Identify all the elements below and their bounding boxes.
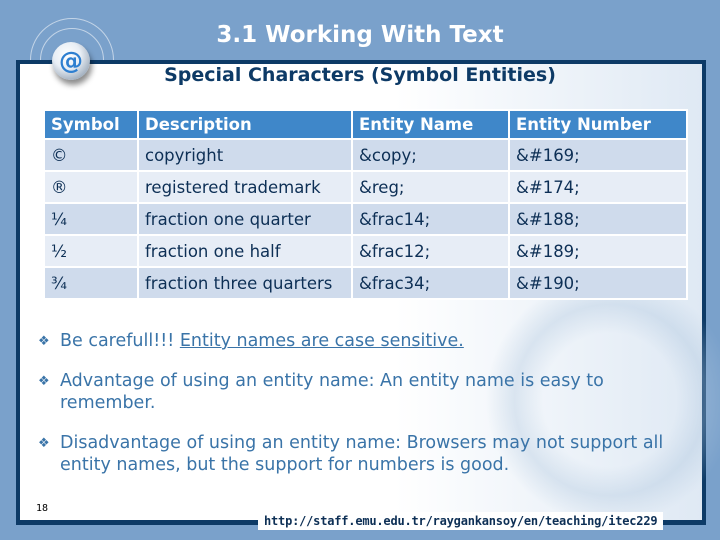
at-sign-icon: @ [52, 42, 90, 80]
table-row: ¼ fraction one quarter &frac14; &#188; [43, 202, 688, 236]
header-entity-name: Entity Name [351, 109, 510, 140]
bullet-text: Advantage of using an entity name: An en… [60, 371, 604, 413]
cell-description: fraction one half [137, 234, 353, 268]
entity-table: Symbol Description Entity Name Entity Nu… [43, 109, 688, 300]
table-row: © copyright &copy; &#169; [43, 138, 688, 172]
cell-entity-name: &frac14; [351, 202, 510, 236]
cell-entity-number: &#190; [508, 266, 688, 300]
table-header-row: Symbol Description Entity Name Entity Nu… [43, 109, 688, 140]
cell-entity-number: &#189; [508, 234, 688, 268]
cell-symbol: ¼ [43, 202, 139, 236]
cell-entity-name: &copy; [351, 138, 510, 172]
footer-url[interactable]: http://staff.emu.edu.tr/raygankansoy/en/… [258, 512, 664, 530]
slide-title: 3.1 Working With Text [216, 22, 504, 48]
bullet-item: ❖ Advantage of using an entity name: An … [38, 370, 698, 414]
diamond-bullet-icon: ❖ [38, 334, 50, 349]
bullet-item: ❖ Disadvantage of using an entity name: … [38, 432, 698, 476]
header-entity-number: Entity Number [508, 109, 688, 140]
cell-description: registered trademark [137, 170, 353, 204]
cell-entity-number: &#188; [508, 202, 688, 236]
cell-entity-name: &reg; [351, 170, 510, 204]
table-row: ¾ fraction three quarters &frac34; &#190… [43, 266, 688, 300]
cell-symbol: ® [43, 170, 139, 204]
bullet-list: ❖ Be carefull!!! Entity names are case s… [38, 330, 698, 494]
cell-description: copyright [137, 138, 353, 172]
table-row: ® registered trademark &reg; &#174; [43, 170, 688, 204]
cell-description: fraction three quarters [137, 266, 353, 300]
cell-entity-number: &#169; [508, 138, 688, 172]
bullet-underlined-text: Entity names are case sensitive. [179, 331, 464, 351]
table-row: ½ fraction one half &frac12; &#189; [43, 234, 688, 268]
cell-symbol: ¾ [43, 266, 139, 300]
cell-description: fraction one quarter [137, 202, 353, 236]
cell-symbol: ½ [43, 234, 139, 268]
bullet-text: Disadvantage of using an entity name: Br… [60, 433, 664, 475]
header-symbol: Symbol [43, 109, 139, 140]
page-number: 18 [36, 503, 49, 514]
header-description: Description [137, 109, 353, 140]
cell-entity-name: &frac12; [351, 234, 510, 268]
cell-entity-number: &#174; [508, 170, 688, 204]
bullet-item: ❖ Be carefull!!! Entity names are case s… [38, 330, 698, 352]
cell-entity-name: &frac34; [351, 266, 510, 300]
slide-subtitle: Special Characters (Symbol Entities) [164, 64, 556, 86]
bullet-text: Be carefull!!! [60, 331, 180, 351]
diamond-bullet-icon: ❖ [38, 374, 50, 389]
cell-symbol: © [43, 138, 139, 172]
diamond-bullet-icon: ❖ [38, 436, 50, 451]
